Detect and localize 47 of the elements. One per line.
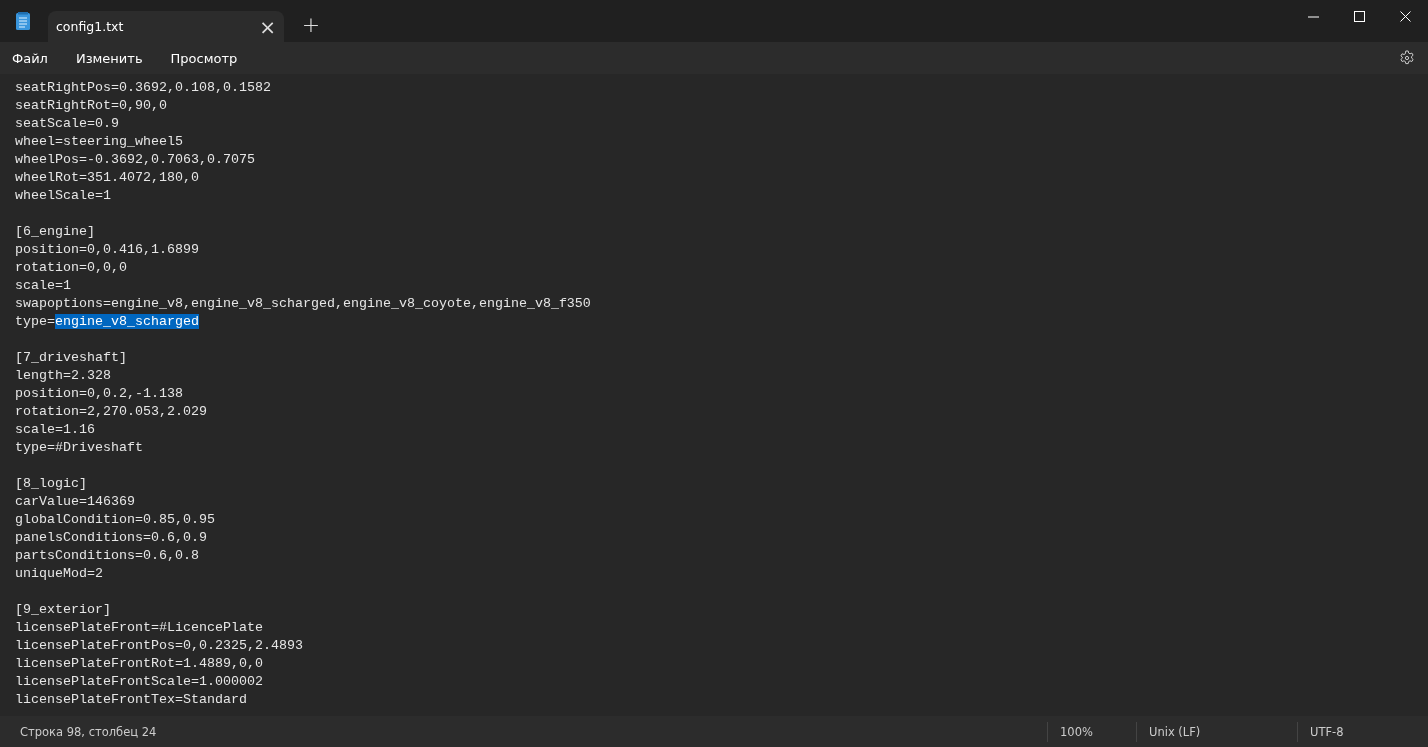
selected-text: engine_v8_scharged	[55, 314, 199, 329]
code-line: panelsConditions=0.6,0.9	[15, 529, 208, 547]
zoom-level[interactable]: 100%	[1060, 724, 1093, 739]
tab-label: config1.txt	[56, 19, 125, 34]
maximize-icon[interactable]	[1353, 10, 1365, 22]
code-line: scale=1.16	[15, 421, 96, 439]
code-line: swapoptions=engine_v8,engine_v8_scharged,engine_v8_coyote,engine_v8_f350	[15, 295, 592, 313]
code-line: licensePlateFrontPos=0,0.2325,2.4893	[15, 637, 304, 655]
code-line: wheel=steering_wheel5	[15, 133, 184, 151]
code-line: scale=1	[15, 277, 72, 295]
code-line: seatRightRot=0,90,0	[15, 97, 168, 115]
code-line: length=2.328	[15, 367, 112, 385]
code-line: [7_driveshaft]	[15, 349, 128, 367]
code-line: wheelScale=1	[15, 187, 112, 205]
code-line: position=0,0.2,-1.138	[15, 385, 184, 403]
code-line: partsConditions=0.6,0.8	[15, 547, 200, 565]
menu-item[interactable]: Файл	[2, 46, 58, 70]
code-line: globalCondition=0.85,0.95	[15, 511, 216, 529]
close-tab-button[interactable]: ×	[259, 16, 276, 37]
cursor-position: Строка 98, столбец 24	[19, 724, 158, 739]
notepad-icon	[16, 12, 30, 30]
code-line: wheelPos=-0.3692,0.7063,0.7075	[15, 151, 256, 169]
code-line: type=	[15, 314, 55, 329]
code-line: seatRightPos=0.3692,0.108,0.1582	[15, 79, 272, 97]
code-line: [6_engine]	[15, 223, 96, 241]
close-icon[interactable]	[1399, 10, 1411, 22]
line-endings[interactable]: Unix (LF)	[1149, 724, 1201, 739]
code-line: position=0,0.416,1.6899	[15, 241, 200, 259]
menu-item[interactable]: Просмотр	[160, 46, 248, 70]
code-line: [8_logic]	[15, 475, 88, 493]
code-line: rotation=2,270.053,2.029	[15, 403, 208, 421]
code-line: licensePlateFrontTex=Standard	[15, 691, 248, 709]
code-line: wheelRot=351.4072,180,0	[15, 169, 200, 187]
code-line: rotation=0,0,0	[15, 259, 128, 277]
code-line: licensePlateFrontRot=1.4889,0,0	[15, 655, 264, 673]
encoding[interactable]: UTF-8	[1310, 724, 1344, 739]
code-line: [9_exterior]	[15, 601, 112, 619]
code-line: type=#Driveshaft	[15, 439, 144, 457]
new-tab-button[interactable]: +	[298, 10, 324, 38]
tab[interactable]: config1.txt ×	[48, 11, 284, 42]
code-line: uniqueMod=2	[15, 565, 104, 583]
code-line: carValue=146369	[15, 493, 136, 511]
code-line: seatScale=0.9	[15, 115, 120, 133]
menu-item[interactable]: Изменить	[65, 46, 153, 70]
code-line: licensePlateFrontScale=1.000002	[15, 673, 264, 691]
settings-icon[interactable]	[1399, 50, 1415, 66]
code-line: licensePlateFront=#LicencePlate	[15, 619, 264, 637]
